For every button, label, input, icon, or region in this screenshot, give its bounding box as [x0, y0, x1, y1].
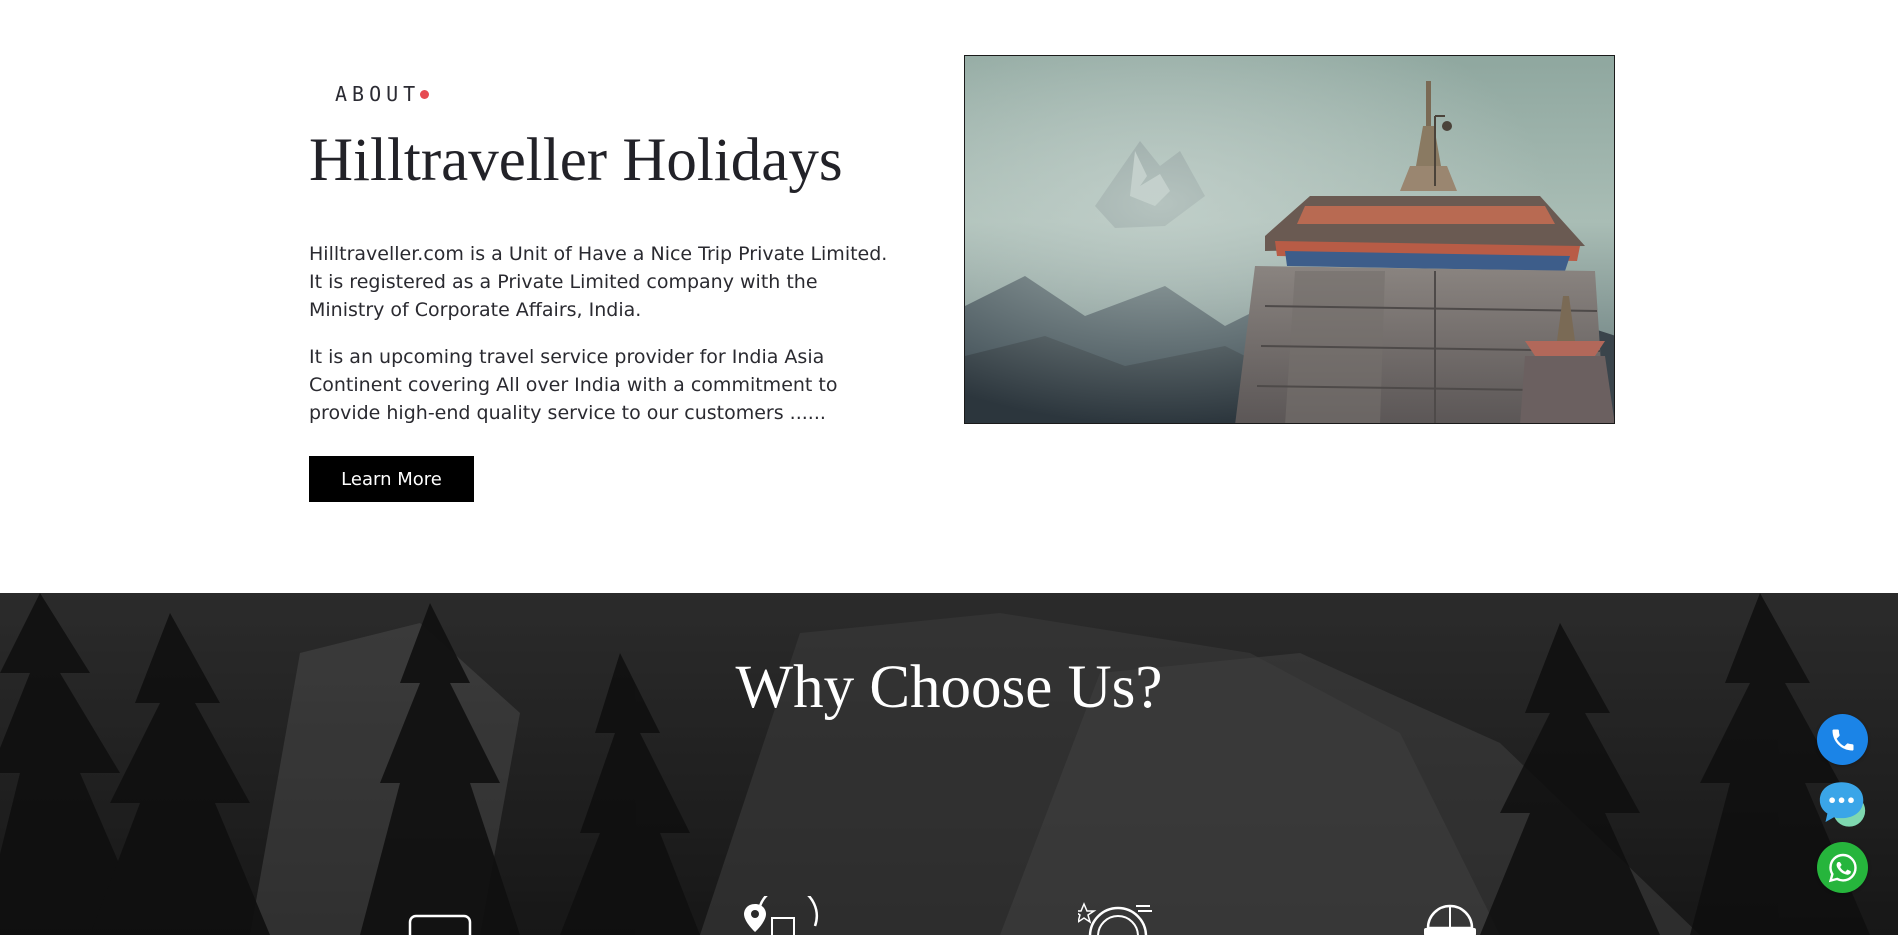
temple-mountain-image: [964, 55, 1615, 424]
bus-icon: [408, 914, 472, 935]
why-choose-us-title: Why Choose Us?: [735, 654, 1163, 721]
whatsapp-icon: [1828, 853, 1857, 882]
chat-icon: [1819, 781, 1866, 827]
chat-button[interactable]: [1817, 778, 1868, 829]
why-choose-us-section: Why Choose Us?: [0, 593, 1898, 935]
about-eyebrow-label: ABOUT: [335, 82, 421, 106]
about-paragraph-1: Hilltraveller.com is a Unit of Have a Ni…: [309, 243, 888, 321]
about-section: ABOUT Hilltraveller Holidays Hilltravell…: [0, 0, 1898, 593]
accent-dot-icon: [420, 89, 430, 99]
call-button[interactable]: [1817, 714, 1868, 765]
award-badge-icon: [1078, 902, 1152, 935]
map-pin-hotel-icon: [744, 896, 818, 935]
about-title: Hilltraveller Holidays: [309, 127, 843, 194]
forest-background-image: [0, 593, 1898, 935]
learn-more-button[interactable]: Learn More: [309, 456, 474, 502]
phone-icon: [1832, 729, 1853, 750]
safety-helmet-icon: [1424, 904, 1476, 935]
about-eyebrow: ABOUT: [335, 82, 430, 106]
whatsapp-button[interactable]: [1817, 842, 1868, 893]
about-paragraph-2: It is an upcoming travel service provide…: [309, 346, 838, 424]
